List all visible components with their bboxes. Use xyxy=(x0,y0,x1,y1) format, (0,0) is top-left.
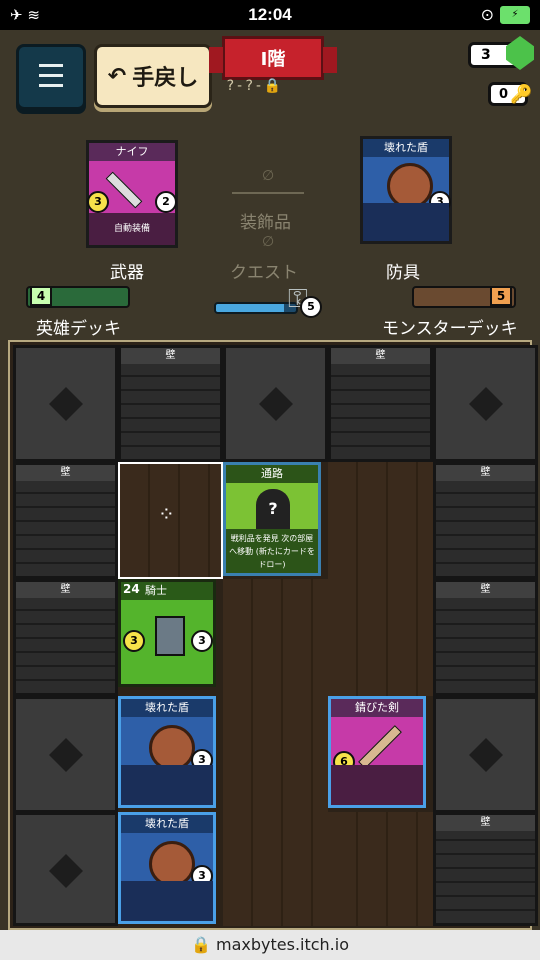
armor-card[interactable]: 壊れた盾 3 xyxy=(360,136,452,244)
wall-tile: 壁 xyxy=(118,345,223,462)
quest-progress-fill xyxy=(216,304,284,312)
undo-arrow-icon: ↶ xyxy=(107,63,127,89)
url-text: maxbytes.itch.io xyxy=(216,935,349,954)
dark-tile xyxy=(13,696,118,813)
knight-sprite xyxy=(155,616,185,656)
dark-tile xyxy=(13,812,118,926)
wall-tile: 壁 xyxy=(328,345,433,462)
passage-description: 戦利品を発見 次の部屋へ移動 (新たにカードをドロー) xyxy=(226,529,318,573)
empty-slot-icon: ∅ xyxy=(262,234,275,250)
weapon-name: ナイフ xyxy=(89,143,175,161)
weapon-durability: 2 xyxy=(155,191,177,213)
sword-card-foot xyxy=(331,765,423,805)
floor-tile xyxy=(223,579,328,696)
sword-name: 錆びた剣 xyxy=(331,699,423,717)
floor-banner: I階 xyxy=(209,36,337,80)
armor-card-foot xyxy=(363,203,449,241)
floor-tile xyxy=(328,462,433,579)
rotation-lock-icon: ⊙ xyxy=(480,5,494,24)
wall-tile: 壁 xyxy=(433,462,538,579)
key-count: 0 xyxy=(499,86,509,102)
floor-tile xyxy=(223,812,328,926)
undo-button[interactable]: ↶ 手戻し xyxy=(94,44,212,108)
shield-card-foot xyxy=(121,765,213,805)
knife-icon xyxy=(105,171,143,209)
weapon-attack: 3 xyxy=(87,191,109,213)
menu-button[interactable] xyxy=(16,44,86,110)
floor-tile xyxy=(328,579,433,696)
status-bar: ✈ ≋ 12:04 ⊙ ⚡ xyxy=(0,0,540,30)
weapon-label: 武器 xyxy=(110,263,144,283)
armor-name: 壊れた盾 xyxy=(363,139,449,157)
broken-shield-card[interactable]: 壊れた盾 3 xyxy=(118,812,216,924)
gem-count: 3 xyxy=(481,47,491,63)
key-icon: 🔑 xyxy=(510,84,533,105)
passage-card[interactable]: 通路 ? 戦利品を発見 次の部屋へ移動 (新たにカードをドロー) xyxy=(223,462,321,576)
wall-label: 壁 xyxy=(331,348,430,364)
dark-tile xyxy=(433,345,538,462)
knight-attack: 3 xyxy=(123,630,145,652)
wall-label: 壁 xyxy=(436,465,535,481)
hero-deck-label: 英雄デッキ xyxy=(36,319,121,339)
knight-hp: 24 xyxy=(123,582,140,596)
door-icon: ? xyxy=(256,489,290,529)
status-icons: ⊙ ⚡ xyxy=(481,5,530,24)
wall-label: 壁 xyxy=(121,348,220,364)
accessory-slot: ∅ 装飾品 ∅ xyxy=(232,168,304,252)
quest-count: 5 xyxy=(300,296,322,318)
wall-tile: 壁 xyxy=(433,812,538,926)
move-target-tile[interactable]: ⁘ xyxy=(118,462,223,579)
shield-name: 壊れた盾 xyxy=(121,815,213,833)
url-bar[interactable]: 🔒 maxbytes.itch.io xyxy=(0,930,540,960)
wall-label: 壁 xyxy=(436,582,535,598)
sword-icon xyxy=(358,725,402,769)
shield-card-foot xyxy=(121,881,213,921)
clock: 12:04 xyxy=(248,5,292,24)
rusty-sword-card[interactable]: 錆びた剣 6 xyxy=(328,696,426,808)
floor-tile xyxy=(328,812,433,926)
wall-label: 壁 xyxy=(16,582,115,598)
map-path-text: ?-?- xyxy=(226,78,264,94)
knight-defense: 3 xyxy=(191,630,213,652)
wall-label: 壁 xyxy=(16,465,115,481)
floor-label: I階 xyxy=(260,49,286,70)
wall-tile: 壁 xyxy=(13,462,118,579)
empty-slot-icon: ∅ xyxy=(262,168,275,184)
undo-label: 手戻し xyxy=(132,66,199,91)
armor-label: 防具 xyxy=(386,263,420,283)
shield-name: 壊れた盾 xyxy=(121,699,213,717)
passage-name: 通路 xyxy=(226,465,318,483)
monster-deck-count: 5 xyxy=(490,286,512,306)
wall-tile: 壁 xyxy=(433,579,538,696)
lock-icon: 🔒 xyxy=(190,935,216,954)
wall-label: 壁 xyxy=(436,815,535,831)
monster-deck-label: モンスターデッキ xyxy=(382,319,518,339)
broken-shield-card[interactable]: 壊れた盾 3 xyxy=(118,696,216,808)
dungeon-board: 壁 壁 壁 ⁘ 通路 ? 戦利品を発見 次の部屋へ移動 (新たにカードをドロー)… xyxy=(8,340,538,930)
wall-tile: 壁 xyxy=(13,579,118,696)
dark-tile xyxy=(223,345,328,462)
footsteps-icon: ⁘ xyxy=(158,502,175,526)
hero-deck-count: 4 xyxy=(30,286,52,306)
dark-tile xyxy=(13,345,118,462)
dark-tile xyxy=(433,696,538,813)
weapon-card[interactable]: ナイフ 3 2 自動装備 xyxy=(86,140,178,248)
quest-label: クエスト xyxy=(230,263,298,283)
weapon-note: 自動装備 xyxy=(89,213,175,245)
accessory-label: 装飾品 xyxy=(240,213,291,233)
knight-card[interactable]: 騎士 24 3 3 xyxy=(118,579,216,687)
floor-tile xyxy=(223,696,328,813)
floor-map-path: ?-?-🔒 xyxy=(226,78,316,100)
quest-progress-bar xyxy=(214,302,298,314)
battery-icon: ⚡ xyxy=(500,5,530,24)
lock-icon: 🔒 xyxy=(263,78,283,94)
